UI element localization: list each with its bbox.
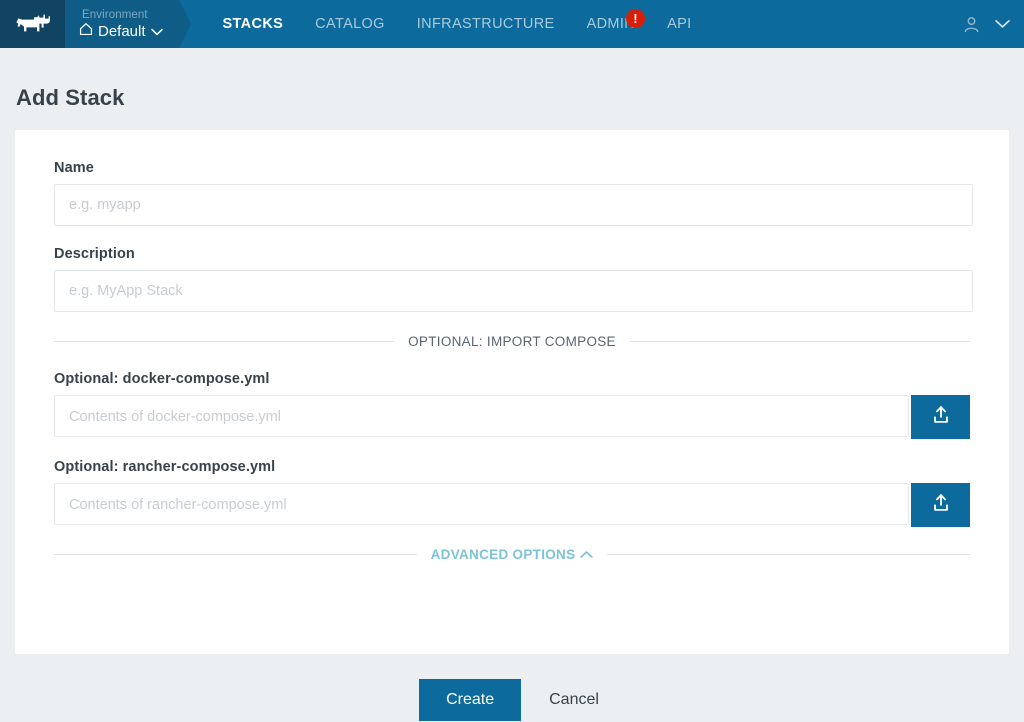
divider-rule-right — [607, 553, 970, 555]
rancher-compose-textarea[interactable] — [54, 482, 910, 525]
import-compose-label: OPTIONAL: IMPORT COMPOSE — [408, 333, 616, 349]
import-compose-divider: OPTIONAL: IMPORT COMPOSE — [54, 334, 970, 349]
rancher-compose-label: Optional: rancher-compose.yml — [54, 458, 276, 475]
docker-compose-field-group: Optional: docker-compose.yml — [54, 371, 970, 439]
advanced-options-divider: ADVANCED OPTIONS — [54, 547, 970, 562]
chevron-down-icon — [150, 23, 163, 41]
docker-compose-upload-button[interactable] — [911, 394, 970, 439]
admin-alert-badge: ! — [626, 9, 646, 28]
nav-label: CATALOG — [315, 16, 385, 32]
environment-value: Default — [79, 22, 163, 41]
nav-item-catalog[interactable]: CATALOG — [299, 0, 401, 48]
divider-rule-left — [54, 340, 395, 342]
nav-item-admin[interactable]: ADMIN ! — [571, 0, 651, 48]
nav-item-api[interactable]: API — [651, 0, 707, 48]
docker-compose-row — [54, 394, 970, 439]
main-nav: STACKS CATALOG INFRASTRUCTURE ADMIN ! AP… — [207, 0, 708, 48]
description-input[interactable] — [54, 269, 973, 312]
divider-rule-right — [629, 340, 970, 342]
upload-icon — [930, 492, 952, 517]
user-menu-area — [962, 0, 1024, 48]
chevron-up-icon — [580, 547, 594, 562]
nav-label: STACKS — [222, 16, 284, 32]
form-actions: Create Cancel — [0, 678, 1024, 721]
description-label: Description — [54, 245, 135, 262]
rancher-compose-upload-button[interactable] — [911, 482, 970, 527]
advanced-options-toggle[interactable]: ADVANCED OPTIONS — [431, 547, 594, 562]
home-icon — [79, 22, 93, 41]
nav-item-infrastructure[interactable]: INFRASTRUCTURE — [401, 0, 571, 48]
cancel-button[interactable]: Cancel — [543, 691, 605, 709]
user-icon[interactable] — [962, 15, 981, 34]
environment-name: Default — [98, 22, 146, 40]
page-title: Add Stack — [16, 84, 125, 110]
add-stack-form-card: Name Description OPTIONAL: IMPORT COMPOS… — [15, 129, 1009, 654]
name-label: Name — [54, 159, 94, 176]
create-button[interactable]: Create — [419, 678, 522, 721]
nav-item-stacks[interactable]: STACKS — [207, 0, 300, 48]
rancher-compose-field-group: Optional: rancher-compose.yml — [54, 459, 970, 527]
environment-label: Environment — [82, 9, 148, 21]
environment-selector[interactable]: Environment Default — [65, 0, 191, 48]
upload-icon — [930, 404, 952, 429]
top-navigation-bar: Environment Default STACKS CATALOG INFRA… — [0, 0, 1024, 48]
description-field-group: Description — [54, 245, 973, 312]
cow-logo-icon — [15, 12, 51, 36]
name-input[interactable] — [54, 183, 973, 226]
logo-home-link[interactable] — [0, 0, 65, 48]
nav-label: INFRASTRUCTURE — [416, 16, 555, 32]
name-field-group: Name — [54, 159, 973, 226]
docker-compose-label: Optional: docker-compose.yml — [54, 370, 270, 387]
rancher-compose-row — [54, 482, 970, 527]
docker-compose-textarea[interactable] — [54, 394, 910, 437]
advanced-options-label: ADVANCED OPTIONS — [430, 546, 576, 562]
chevron-down-icon[interactable] — [995, 19, 1010, 29]
divider-rule-left — [54, 553, 417, 555]
nav-label: API — [667, 16, 692, 32]
